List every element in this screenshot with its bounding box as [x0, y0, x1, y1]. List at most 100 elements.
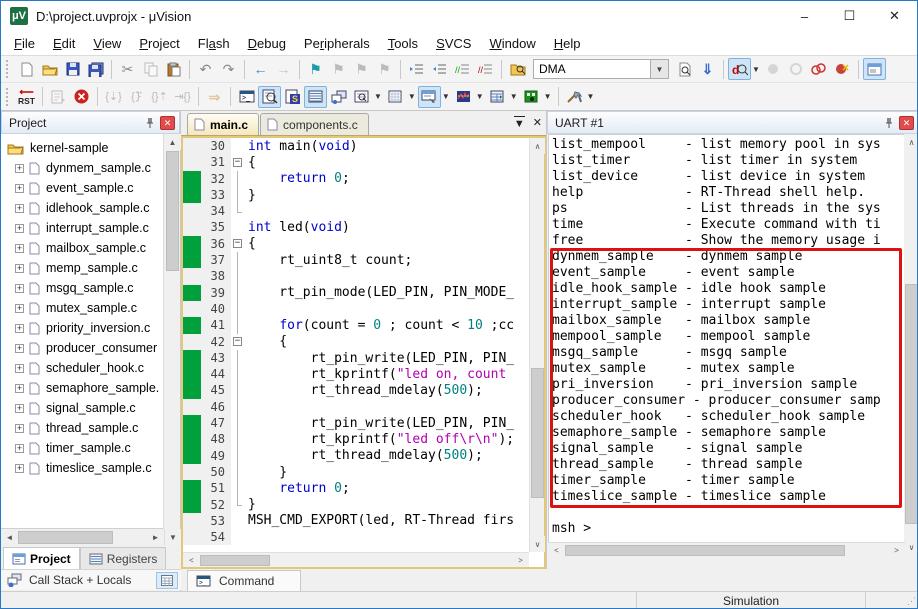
paste-icon[interactable]	[162, 58, 185, 80]
fold-toggle-icon[interactable]: −	[231, 236, 244, 252]
memory-dropdown-icon[interactable]: ▼	[408, 92, 416, 101]
menu-debug[interactable]: Debug	[239, 33, 295, 54]
menu-file[interactable]: File	[5, 33, 44, 54]
scroll-right-icon[interactable]: >	[512, 553, 529, 567]
enable-disable-breakpoint-icon[interactable]	[785, 58, 808, 80]
code-line[interactable]: 37 rt_uint8_t count;	[183, 252, 529, 269]
menu-window[interactable]: Window	[480, 33, 544, 54]
step-over-icon[interactable]: {}⃗	[125, 86, 148, 108]
command-window-icon[interactable]: >_	[235, 86, 258, 108]
menu-view[interactable]: View	[84, 33, 130, 54]
expand-icon[interactable]: +	[15, 363, 24, 373]
tree-item[interactable]: + msgq_sample.c	[1, 278, 164, 298]
code-line[interactable]: 41 for(count = 0 ; count < 10 ;cc	[183, 317, 529, 334]
expand-icon[interactable]: +	[15, 383, 24, 393]
expand-icon[interactable]: +	[15, 463, 24, 473]
tree-item[interactable]: + memp_sample.c	[1, 258, 164, 278]
save-button[interactable]	[61, 58, 84, 80]
call-stack-window-icon[interactable]	[327, 86, 350, 108]
tree-item[interactable]: + timer_sample.c	[1, 438, 164, 458]
editor-tab-main.c[interactable]: main.c	[187, 113, 260, 135]
registers-window-icon[interactable]	[304, 85, 327, 108]
project-panel-close-icon[interactable]: ✕	[160, 115, 175, 130]
code-line[interactable]: 51 return 0;	[183, 480, 529, 497]
toolbar-grip[interactable]	[6, 87, 11, 106]
window-list-icon[interactable]: ▼	[513, 116, 525, 131]
editor-tab-components.c[interactable]: components.c	[260, 113, 369, 135]
scroll-thumb[interactable]	[166, 151, 179, 271]
symbols-window-icon[interactable]: S	[281, 86, 304, 108]
scroll-down-icon[interactable]: ∨	[904, 539, 917, 555]
analyzer-dropdown-icon[interactable]: ▼	[476, 92, 484, 101]
project-tree-hscrollbar[interactable]: ◄ ► ▼	[1, 529, 181, 546]
code-line[interactable]: 36−{	[183, 235, 529, 253]
comment-icon[interactable]: //	[451, 58, 474, 80]
logic-analyzer-icon[interactable]	[452, 86, 475, 108]
expand-icon[interactable]: +	[15, 343, 24, 353]
tree-item[interactable]: + idlehook_sample.c	[1, 198, 164, 218]
code-line[interactable]: 30 int main(void)	[183, 138, 529, 155]
tree-item[interactable]: + dynmem_sample.c	[1, 158, 164, 178]
scroll-down-icon[interactable]: ∨	[530, 536, 545, 552]
tools-dropdown-icon[interactable]: ▼	[587, 92, 595, 101]
expand-icon[interactable]: +	[15, 403, 24, 413]
system-viewer-dropdown-icon[interactable]: ▼	[510, 92, 518, 101]
scroll-left-icon[interactable]: ◄	[1, 529, 18, 545]
scroll-right-icon[interactable]: ►	[147, 529, 164, 545]
dma-combobox-value[interactable]: DMA	[533, 59, 651, 79]
scroll-thumb[interactable]	[18, 531, 113, 544]
menu-flash[interactable]: Flash	[189, 33, 239, 54]
code-line[interactable]: 45 rt_thread_mdelay(500);	[183, 382, 529, 400]
expand-icon[interactable]: +	[15, 423, 24, 433]
menu-help[interactable]: Help	[545, 33, 590, 54]
expand-icon[interactable]: +	[15, 223, 24, 233]
save-all-button[interactable]	[84, 58, 107, 80]
code-line[interactable]: 54	[183, 529, 529, 546]
reset-button[interactable]: ⟵ RST	[15, 86, 38, 108]
code-line[interactable]: 32 return 0;	[183, 170, 529, 188]
code-line[interactable]: 35 int led(void)	[183, 219, 529, 236]
scroll-left-icon[interactable]: <	[183, 553, 200, 567]
close-document-icon[interactable]: ✕	[533, 116, 542, 131]
close-button[interactable]: ✕	[872, 1, 917, 31]
toolbox-dropdown-icon[interactable]: ▼	[544, 92, 552, 101]
maximize-button[interactable]: ☐	[827, 1, 872, 31]
serial-dropdown-icon[interactable]: ▼	[442, 92, 450, 101]
tree-item[interactable]: + mutex_sample.c	[1, 298, 164, 318]
code-line[interactable]: 31−{	[183, 154, 529, 171]
tree-item[interactable]: + signal_sample.c	[1, 398, 164, 418]
redo-icon[interactable]: ↷	[217, 58, 240, 80]
fold-toggle-icon[interactable]: −	[231, 334, 244, 350]
expand-icon[interactable]: +	[15, 183, 24, 193]
undo-icon[interactable]: ↶	[194, 58, 217, 80]
scroll-thumb[interactable]	[905, 284, 917, 524]
code-line[interactable]: 50 }	[183, 463, 529, 481]
next-bookmark-icon[interactable]: ⚑	[327, 58, 350, 80]
tree-item[interactable]: + mailbox_sample.c	[1, 238, 164, 258]
disassembly-window-icon[interactable]	[258, 85, 281, 108]
uart-hscrollbar[interactable]: < >	[548, 542, 905, 557]
menu-tools[interactable]: Tools	[379, 33, 427, 54]
open-file-button[interactable]	[38, 58, 61, 80]
kill-breakpoint-icon[interactable]	[831, 58, 854, 80]
tab-registers[interactable]: Registers	[79, 547, 167, 569]
dma-combobox-dropdown-icon[interactable]: ▼	[651, 59, 669, 79]
navigate-back-icon[interactable]: ←	[249, 58, 272, 80]
uncomment-icon[interactable]: //	[474, 58, 497, 80]
new-file-button[interactable]	[15, 58, 38, 80]
navigate-forward-icon[interactable]: →	[272, 58, 295, 80]
expand-icon[interactable]: +	[15, 283, 24, 293]
expand-icon[interactable]: +	[15, 323, 24, 333]
watch-dropdown-icon[interactable]: ▼	[374, 92, 382, 101]
tab-command[interactable]: >_ Command	[187, 570, 302, 591]
tree-item[interactable]: + event_sample.c	[1, 178, 164, 198]
expand-icon[interactable]: +	[15, 203, 24, 213]
menu-project[interactable]: Project	[130, 33, 188, 54]
code-line[interactable]: 38	[183, 268, 529, 285]
disable-all-breakpoints-icon[interactable]	[808, 58, 831, 80]
scroll-up-icon[interactable]: ∧	[904, 134, 917, 150]
menu-svcs[interactable]: SVCS	[427, 33, 480, 54]
serial-window-icon[interactable]	[417, 85, 441, 108]
code-line[interactable]: 40	[183, 300, 529, 318]
scroll-thumb[interactable]	[200, 555, 270, 566]
